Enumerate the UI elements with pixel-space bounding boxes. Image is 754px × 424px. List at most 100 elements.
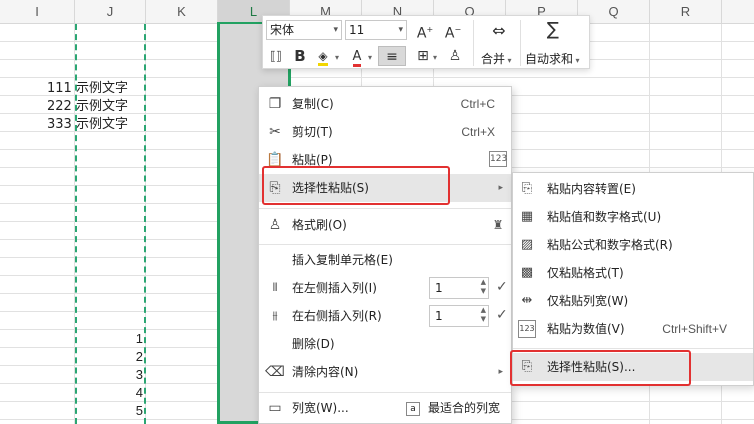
chevron-down-icon[interactable]: ▾ — [433, 53, 437, 62]
font-color-icon[interactable]: A — [347, 46, 367, 67]
merge-label: 合并 — [481, 52, 506, 66]
check-icon[interactable]: ✓ — [496, 307, 508, 323]
chevron-down-icon[interactable]: ▾ — [368, 53, 372, 62]
submenu-label: 粘贴为数值(V) — [547, 322, 625, 336]
chevron-down-icon[interactable]: ▾ — [335, 53, 339, 62]
increase-font-icon[interactable]: A+ — [415, 20, 435, 42]
menu-divider — [259, 244, 511, 245]
format-painter-icon[interactable]: ♙ — [445, 46, 465, 66]
cell-number[interactable]: 3 — [83, 366, 143, 384]
bold-icon[interactable]: B — [290, 46, 310, 66]
insert-left-count-input[interactable]: 1 ▲ ▼ — [429, 277, 489, 299]
cell-number[interactable]: 1 — [83, 330, 143, 348]
menu-shortcut: Ctrl+C — [460, 97, 495, 111]
merge-button[interactable]: 合并 ▾ — [481, 50, 512, 67]
menu-label: 插入复制单元格(E) — [292, 253, 393, 267]
format-painter-icon: ♙ — [268, 217, 282, 233]
cell-number[interactable]: 2 — [83, 348, 143, 366]
submenu-item-paste-as-values[interactable]: 123 粘贴为数值(V) Ctrl+Shift+V — [513, 315, 753, 343]
menu-label: 格式刷(O) — [292, 218, 347, 232]
autosum-button[interactable]: 自动求和 ▾ — [525, 50, 580, 67]
menu-item-cut[interactable]: ✂ 剪切(T) Ctrl+X — [259, 118, 511, 146]
copy-icon: ❐ — [268, 96, 282, 112]
count-value: 1 — [435, 309, 443, 323]
best-fit-width-button[interactable]: a 最适合的列宽 — [406, 394, 500, 422]
paste-values-icon: 123 — [518, 320, 536, 338]
toolbar-divider — [520, 20, 521, 66]
autosum-label: 自动求和 — [525, 52, 574, 66]
check-icon[interactable]: ✓ — [496, 279, 508, 295]
spinner-icon[interactable]: ▲ ▼ — [481, 278, 486, 296]
spinner-icon[interactable]: ▲ ▼ — [481, 306, 486, 324]
menu-item-delete[interactable]: 删除(D) — [259, 330, 511, 358]
menu-label: 剪切(T) — [292, 125, 333, 139]
submenu-label-wrap: 选择性粘贴(S)... — [547, 353, 635, 381]
menu-item-paste[interactable]: 📋 粘贴(P) 123 — [259, 146, 511, 174]
submenu-item-column-width-only[interactable]: ⇹ 仅粘贴列宽(W) — [513, 287, 753, 315]
format-painter-multi-icon[interactable]: ♜ — [489, 216, 507, 234]
submenu-item-paste-special-dialog[interactable]: ⎘ 选择性粘贴(S)... — [513, 353, 753, 381]
menu-divider — [259, 392, 511, 393]
chevron-down-icon: ▾ — [398, 25, 403, 35]
cell-number[interactable]: 4 — [83, 384, 143, 402]
menu-label: 列宽(W)... — [292, 401, 349, 415]
best-fit-icon: a — [406, 401, 420, 416]
font-name-value: 宋体 — [270, 23, 295, 37]
menu-label: 在右侧插入列(R) — [292, 309, 382, 323]
submenu-label: 仅粘贴格式(T) — [547, 266, 624, 280]
cell-text[interactable]: 111 示例文字 — [47, 80, 128, 98]
best-fit-label: 最适合的列宽 — [428, 401, 501, 415]
paste-special-icon: ⎘ — [269, 180, 281, 196]
column-header-j[interactable]: J — [75, 0, 146, 24]
cell-text[interactable]: 333 示例文字 — [47, 116, 128, 134]
submenu-label: 粘贴值和数字格式(U) — [547, 210, 662, 224]
column-header-r[interactable]: R — [650, 0, 722, 24]
align-center-icon[interactable]: ≡ — [378, 46, 406, 66]
font-name-select[interactable]: 宋体 ▾ — [266, 20, 342, 40]
menu-shortcut: Ctrl+X — [461, 125, 495, 139]
menu-label: 删除(D) — [292, 337, 335, 351]
menu-label: 选择性粘贴(S) — [292, 181, 369, 195]
format-cells-icon[interactable]: ⟦⟧ — [266, 46, 286, 66]
cell-text[interactable]: 222 示例文字 — [47, 98, 128, 116]
paste-values-format-icon: ▦ — [520, 209, 534, 224]
column-header-i[interactable]: I — [0, 0, 75, 24]
submenu-label: 粘贴公式和数字格式(R) — [547, 238, 673, 252]
column-width-icon: ▭ — [268, 400, 282, 416]
cell-number[interactable]: 5 — [83, 402, 143, 420]
menu-item-copy[interactable]: ❐ 复制(C) Ctrl+C — [259, 90, 511, 118]
menu-item-insert-copied-cells[interactable]: 插入复制单元格(E) — [259, 246, 511, 274]
decrease-font-icon[interactable]: A− — [443, 20, 463, 42]
chevron-right-icon: ▸ — [498, 367, 503, 377]
chevron-down-icon: ▾ — [333, 25, 338, 35]
toolbar-divider — [473, 20, 474, 66]
paste-special-icon: ⎘ — [521, 359, 533, 374]
insert-right-count-input[interactable]: 1 ▲ ▼ — [429, 305, 489, 327]
menu-item-clear-contents[interactable]: ⌫ 清除内容(N) ▸ — [259, 358, 511, 386]
submenu-item-transpose[interactable]: ⎘ 粘贴内容转置(E) — [513, 175, 753, 203]
menu-item-format-painter[interactable]: ♙ 格式刷(O) ♜ — [259, 211, 511, 239]
submenu-label: 仅粘贴列宽(W) — [547, 294, 629, 308]
menu-label: 在左侧插入列(I) — [292, 281, 377, 295]
merge-icon[interactable]: ⇔ — [487, 21, 511, 41]
submenu-item-values-number-format[interactable]: ▦ 粘贴值和数字格式(U) — [513, 203, 753, 231]
insert-column-left-icon: ⫴ — [272, 281, 278, 294]
chevron-right-icon: ▸ — [498, 183, 503, 193]
submenu-item-formats-only[interactable]: ▩ 仅粘贴格式(T) — [513, 259, 753, 287]
font-size-select[interactable]: 11 ▾ — [345, 20, 407, 40]
borders-icon[interactable]: ⊞ — [413, 46, 433, 66]
menu-item-paste-special[interactable]: ⎘ 选择性粘贴(S) ▸ — [259, 174, 511, 202]
context-menu: ❐ 复制(C) Ctrl+C ✂ 剪切(T) Ctrl+X 📋 粘贴(P) 12… — [258, 86, 512, 424]
font-size-value: 11 — [349, 23, 365, 37]
menu-label: 清除内容(N) — [292, 365, 359, 379]
menu-label: 复制(C) — [292, 97, 334, 111]
scissors-icon: ✂ — [269, 124, 281, 140]
clipboard-icon: 📋 — [266, 152, 284, 168]
submenu-item-formulas-number-format[interactable]: ▨ 粘贴公式和数字格式(R) — [513, 231, 753, 259]
paste-values-icon[interactable]: 123 — [489, 151, 507, 167]
sigma-icon[interactable]: ∑ — [543, 20, 563, 40]
submenu-label: 选择性粘贴(S)... — [547, 360, 636, 374]
submenu-shortcut: Ctrl+Shift+V — [662, 322, 727, 336]
column-header-k[interactable]: K — [146, 0, 218, 24]
fill-color-icon[interactable]: ◈ — [313, 46, 333, 66]
